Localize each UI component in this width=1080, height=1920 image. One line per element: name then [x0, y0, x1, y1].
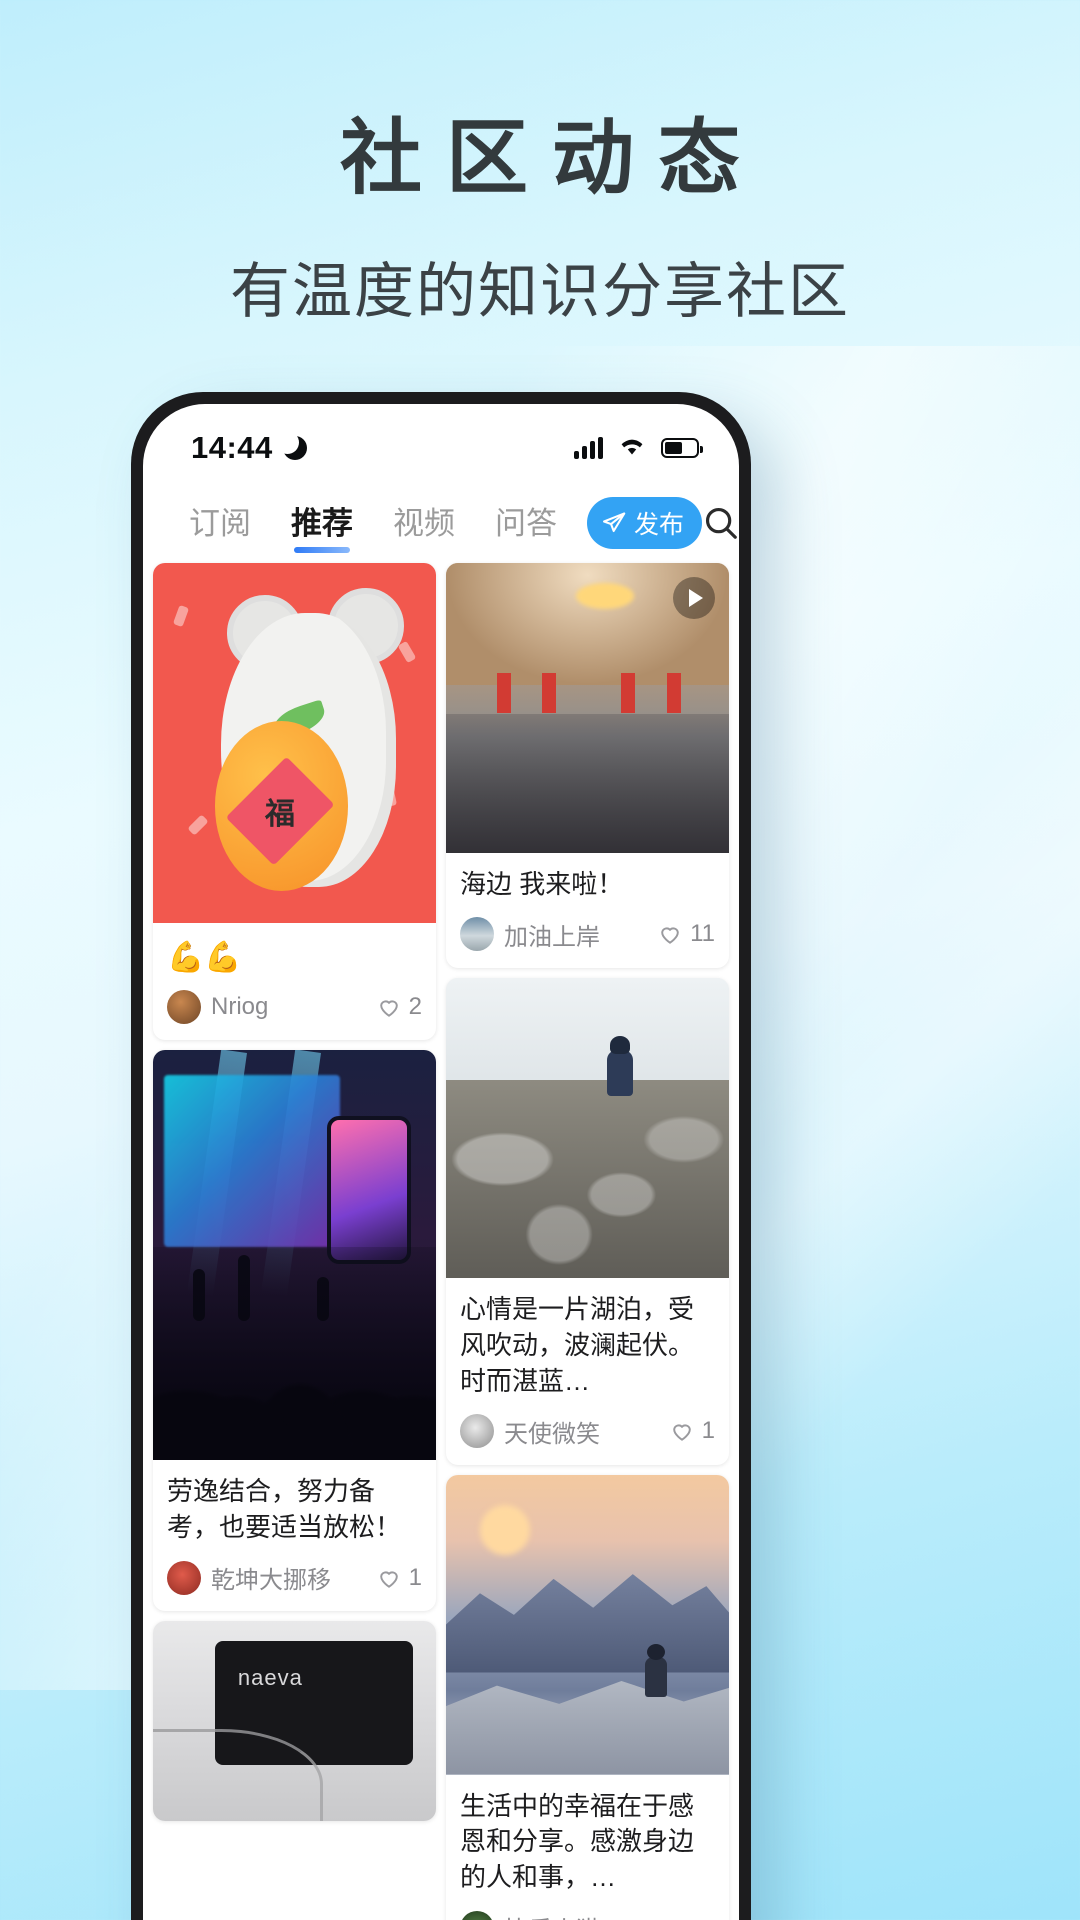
- heart-icon: [669, 1418, 695, 1444]
- paper-plane-icon: [601, 510, 627, 536]
- like-button[interactable]: 1: [376, 1564, 422, 1592]
- like-button[interactable]: 11: [657, 920, 715, 948]
- crescent-moon-icon: [275, 431, 307, 460]
- card-username[interactable]: Nriog: [211, 993, 268, 1021]
- feed-card[interactable]: 福 💪💪 Nriog 2: [153, 563, 436, 1041]
- card-username[interactable]: 加油上岸: [504, 917, 600, 952]
- phone-mockup: 14:44 订阅 推荐 视频 问答 发布 福 💪💪 Nriog 2 劳逸结合，努…: [131, 392, 751, 1920]
- status-bar: 14:44: [143, 404, 739, 478]
- like-count: 2: [408, 993, 422, 1021]
- card-username[interactable]: 天使微笑: [504, 1414, 600, 1449]
- card-caption: 海边 我来啦！: [460, 869, 624, 899]
- feed-card[interactable]: naeva: [153, 1621, 436, 1822]
- card-meta: 天使微笑 1: [446, 1406, 729, 1465]
- heart-icon: [376, 1565, 402, 1591]
- card-media-image[interactable]: [446, 563, 729, 853]
- card-meta: 加油上岸 11: [446, 909, 729, 968]
- card-media-image[interactable]: [446, 977, 729, 1278]
- like-count: 1: [408, 1563, 422, 1591]
- publish-button[interactable]: 发布: [587, 496, 703, 549]
- like-button[interactable]: 1: [669, 1417, 715, 1445]
- avatar[interactable]: [460, 917, 494, 952]
- heart-icon: [376, 994, 402, 1020]
- cellular-signal-icon: [574, 437, 603, 459]
- avatar[interactable]: [460, 1910, 494, 1920]
- like-count: 11: [690, 920, 715, 948]
- tab-recommended[interactable]: 推荐: [271, 492, 373, 553]
- like-button[interactable]: 2: [376, 993, 422, 1021]
- page-subtitle: 有温度的知识分享社区: [230, 258, 850, 325]
- feed-card[interactable]: 生活中的幸福在于感恩和分享。感激身边的人和事，… 快乐小猫: [446, 1474, 729, 1920]
- avatar[interactable]: [460, 1414, 494, 1448]
- tab-video[interactable]: 视频: [373, 492, 475, 553]
- play-button[interactable]: [673, 577, 715, 619]
- feed-column-left: 福 💪💪 Nriog 2 劳逸结合，努力备考，也要适当放松！ 乾坤大挪移 1 n…: [153, 563, 436, 1920]
- card-meta: 乾坤大挪移 1: [153, 1552, 436, 1611]
- feed-card[interactable]: 海边 我来啦！ 加油上岸 11: [446, 563, 729, 968]
- card-username[interactable]: 乾坤大挪移: [211, 1560, 331, 1595]
- card-media-image[interactable]: 福: [153, 563, 436, 923]
- status-bar-left: 14:44: [191, 430, 307, 466]
- feed-column-right: 海边 我来啦！ 加油上岸 11 心情是一片湖泊，受风吹动，波澜起伏。时而湛蓝… …: [446, 563, 729, 1920]
- top-navigation-bar: 订阅 推荐 视频 问答 发布: [143, 478, 739, 553]
- avatar[interactable]: [167, 1560, 201, 1595]
- search-icon: [702, 504, 739, 542]
- feed-card[interactable]: 心情是一片湖泊，受风吹动，波澜起伏。时而湛蓝… 天使微笑 1: [446, 977, 729, 1465]
- like-count: 1: [701, 1417, 715, 1444]
- content-feed[interactable]: 福 💪💪 Nriog 2 劳逸结合，努力备考，也要适当放松！ 乾坤大挪移 1 n…: [143, 553, 739, 1920]
- card-username[interactable]: 快乐小猫: [504, 1910, 600, 1920]
- card-media-image[interactable]: [153, 1050, 436, 1461]
- phone-screen: 14:44 订阅 推荐 视频 问答 发布 福 💪💪 Nriog 2 劳逸结合，努…: [143, 404, 739, 1920]
- publish-label: 发布: [634, 510, 685, 539]
- card-meta: 快乐小猫: [446, 1902, 729, 1920]
- tab-qa[interactable]: 问答: [475, 492, 577, 553]
- feed-card[interactable]: 劳逸结合，努力备考，也要适当放松！ 乾坤大挪移 1: [153, 1050, 436, 1612]
- status-bar-right: [574, 434, 703, 463]
- card-caption: 心情是一片湖泊，受风吹动，波澜起伏。时而湛蓝…: [460, 1293, 695, 1396]
- page-title: 社区动态: [339, 113, 764, 204]
- avatar[interactable]: [167, 990, 201, 1025]
- status-time: 14:44: [191, 430, 273, 465]
- tab-subscriptions[interactable]: 订阅: [169, 492, 271, 553]
- heart-icon: [657, 921, 683, 947]
- card-meta: Nriog 2: [153, 982, 436, 1040]
- search-button[interactable]: [702, 504, 739, 542]
- wifi-icon: [616, 434, 648, 463]
- card-caption: 生活中的幸福在于感恩和分享。感激身边的人和事，…: [460, 1790, 695, 1893]
- card-media-image[interactable]: naeva: [153, 1621, 436, 1822]
- card-caption: 💪💪: [167, 941, 242, 974]
- card-media-image[interactable]: [446, 1474, 729, 1775]
- card-caption: 劳逸结合，努力备考，也要适当放松！: [167, 1476, 402, 1543]
- battery-icon: [661, 438, 703, 458]
